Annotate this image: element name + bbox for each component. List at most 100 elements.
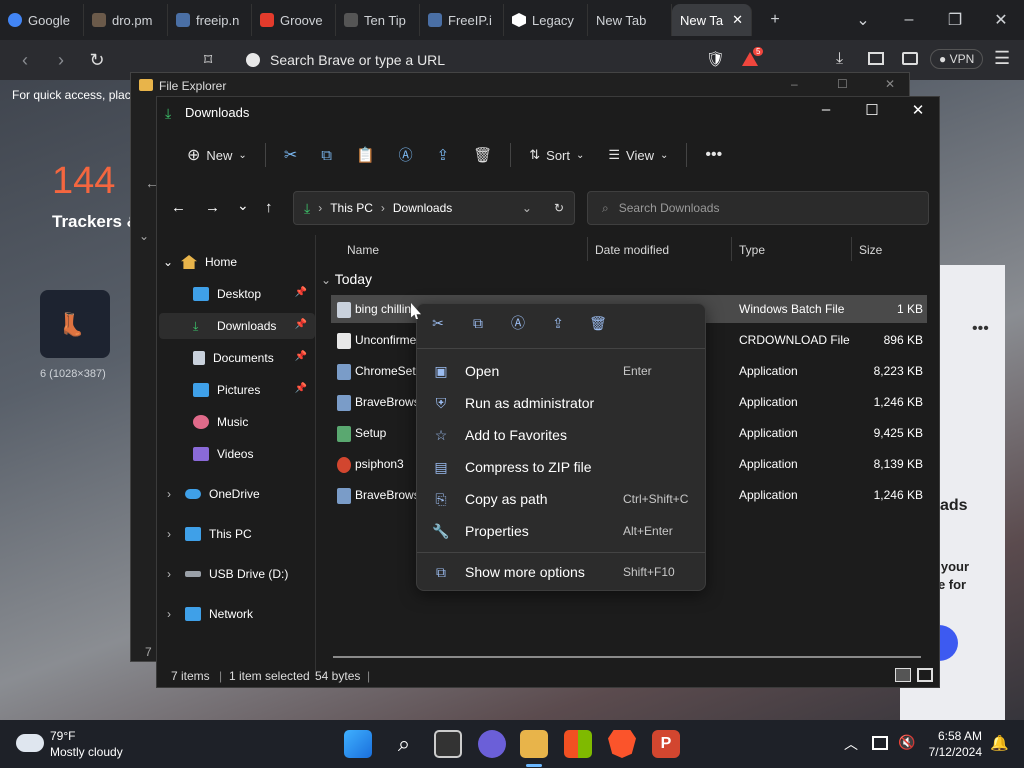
cut-button[interactable]: ✂ <box>272 139 309 171</box>
up-icon[interactable]: ↑ <box>265 199 273 216</box>
chevron-down-icon[interactable]: ⌄ <box>840 10 886 30</box>
forward-icon[interactable]: › <box>50 50 72 71</box>
restore-button[interactable]: ❐ <box>932 10 978 30</box>
minimize-button[interactable]: – <box>791 77 798 91</box>
copy-icon[interactable]: ⧉ <box>469 314 487 332</box>
task-view-icon[interactable] <box>434 730 462 758</box>
delete-button[interactable]: 🗑 <box>461 139 504 171</box>
nav-item-network[interactable]: › Network <box>167 601 311 627</box>
paste-button[interactable]: 📋 <box>344 139 387 171</box>
menu-item-open[interactable]: ▣ Open Enter <box>425 356 699 386</box>
menu-item-properties[interactable]: 🔧 Properties Alt+Enter <box>425 516 699 546</box>
menu-item-run-as-admin[interactable]: ⛨ Run as administrator <box>425 388 699 418</box>
menu-icon[interactable]: ☰ <box>994 48 1010 69</box>
nav-item-usb-drive[interactable]: › USB Drive (D:) <box>167 561 311 587</box>
close-button[interactable]: ✕ <box>895 101 941 125</box>
notification-icon[interactable]: 🔔 <box>990 734 1009 752</box>
clock[interactable]: 6:58 AM 7/12/2024 <box>920 728 982 760</box>
rename-button[interactable]: Ⓐ <box>387 139 425 171</box>
weather-icon[interactable] <box>16 734 44 752</box>
sidebar-icon[interactable] <box>868 52 884 65</box>
nav-item-music[interactable]: Music <box>193 409 315 435</box>
group-header[interactable]: ⌄ Today <box>321 271 372 287</box>
scissors-icon[interactable]: ✂ <box>429 314 447 332</box>
download-icon[interactable]: ⤓ <box>836 50 843 68</box>
close-button[interactable]: ✕ <box>978 10 1024 30</box>
tab-dro[interactable]: dro.pm <box>84 4 168 36</box>
chat-icon[interactable] <box>478 730 506 758</box>
vpn-button[interactable]: ● VPN <box>930 49 984 69</box>
network-status-icon[interactable] <box>872 736 888 750</box>
new-button[interactable]: ⊕ New ⌄ <box>175 139 259 171</box>
nav-item-onedrive[interactable]: › OneDrive <box>167 481 311 507</box>
column-divider[interactable] <box>587 237 588 261</box>
copy-button[interactable]: ⧉ <box>309 139 344 171</box>
nav-item-home[interactable]: ⌄ Home <box>163 249 311 275</box>
weather-widget[interactable]: 79°F Mostly cloudy <box>50 728 123 760</box>
chevron-down-icon[interactable]: ⌄ <box>139 229 149 243</box>
nav-item-downloads[interactable]: ⤓ Downloads 📌 <box>159 313 315 339</box>
brave-shields-icon[interactable]: 🛡 <box>706 50 725 68</box>
breadcrumb-item[interactable]: This PC <box>330 201 373 215</box>
minimize-button[interactable]: – <box>803 101 849 125</box>
tab-google[interactable]: Google <box>0 4 84 36</box>
breadcrumb-item[interactable]: Downloads <box>393 201 452 215</box>
maximize-button[interactable]: ☐ <box>837 77 848 91</box>
chevron-down-icon[interactable]: ⌄ <box>237 197 249 214</box>
bookmark-icon[interactable]: ⌑ <box>204 50 212 70</box>
menu-item-add-favorites[interactable]: ☆ Add to Favorites <box>425 420 699 450</box>
chevron-down-icon[interactable]: ⌄ <box>522 201 532 215</box>
column-divider[interactable] <box>731 237 732 261</box>
tab-legacy[interactable]: Legacy <box>504 4 588 36</box>
menu-item-copy-as-path[interactable]: ⎘ Copy as path Ctrl+Shift+C <box>425 484 699 514</box>
column-name[interactable]: Name <box>347 243 379 257</box>
search-icon[interactable]: ⌕ <box>390 730 418 758</box>
sort-button[interactable]: ⇅ Sort ⌄ <box>517 139 596 171</box>
share-icon[interactable]: ⇪ <box>549 314 567 332</box>
column-date-modified[interactable]: Date modified <box>595 243 669 257</box>
column-type[interactable]: Type <box>739 243 765 257</box>
wallet-icon[interactable] <box>902 52 918 65</box>
nav-item-videos[interactable]: Videos <box>193 441 315 467</box>
refresh-icon[interactable]: ↻ <box>554 201 564 215</box>
search-input[interactable]: ⌕ Search Downloads <box>587 191 929 225</box>
nav-item-desktop[interactable]: Desktop 📌 <box>193 281 315 307</box>
tab-freeip[interactable]: freeip.n <box>168 4 252 36</box>
reload-icon[interactable]: ↻ <box>86 50 108 71</box>
close-button[interactable]: ✕ <box>885 77 895 91</box>
column-divider[interactable] <box>851 237 852 261</box>
brave-icon[interactable] <box>608 730 636 758</box>
tab-tentips[interactable]: Ten Tip <box>336 4 420 36</box>
details-view-icon[interactable] <box>895 668 911 682</box>
forward-icon[interactable]: → <box>205 199 220 216</box>
share-button[interactable]: ⇪ <box>425 139 462 171</box>
back-icon[interactable]: ‹ <box>14 50 36 71</box>
rename-icon[interactable]: Ⓐ <box>509 314 527 332</box>
horizontal-scrollbar[interactable] <box>333 656 921 658</box>
tab-newtab-active[interactable]: New Ta ✕ <box>672 4 752 36</box>
start-icon[interactable] <box>344 730 372 758</box>
new-tab-button[interactable]: + <box>752 11 798 29</box>
nav-item-documents[interactable]: Documents 📌 <box>193 345 315 371</box>
file-explorer-icon[interactable] <box>520 730 548 758</box>
minimize-button[interactable]: – <box>886 11 932 29</box>
store-icon[interactable] <box>564 730 592 758</box>
volume-muted-icon[interactable]: 🔇 <box>898 734 915 751</box>
tab-newtab[interactable]: New Tab <box>588 4 672 36</box>
top-site-tile[interactable]: 👢 <box>40 290 110 358</box>
tiles-view-icon[interactable] <box>917 668 933 682</box>
url-bar[interactable]: Search Brave or type a URL <box>238 47 698 73</box>
view-button[interactable]: ☰ View ⌄ <box>596 139 680 171</box>
menu-item-compress-zip[interactable]: ▤ Compress to ZIP file <box>425 452 699 482</box>
tab-freeip2[interactable]: FreeIP.i <box>420 4 504 36</box>
psiphon-icon[interactable]: P <box>652 730 680 758</box>
menu-item-show-more[interactable]: ⧉ Show more options Shift+F10 <box>425 557 699 587</box>
address-bar[interactable]: ⤓ › This PC › Downloads ⌄ ↻ <box>293 191 575 225</box>
nav-item-pictures[interactable]: Pictures 📌 <box>193 377 315 403</box>
more-icon[interactable]: ••• <box>972 320 989 338</box>
nav-item-this-pc[interactable]: › This PC <box>167 521 311 547</box>
column-size[interactable]: Size <box>859 243 882 257</box>
close-icon[interactable]: ✕ <box>732 12 743 28</box>
tab-groove[interactable]: Groove <box>252 4 336 36</box>
trash-icon[interactable]: 🗑 <box>589 314 607 332</box>
